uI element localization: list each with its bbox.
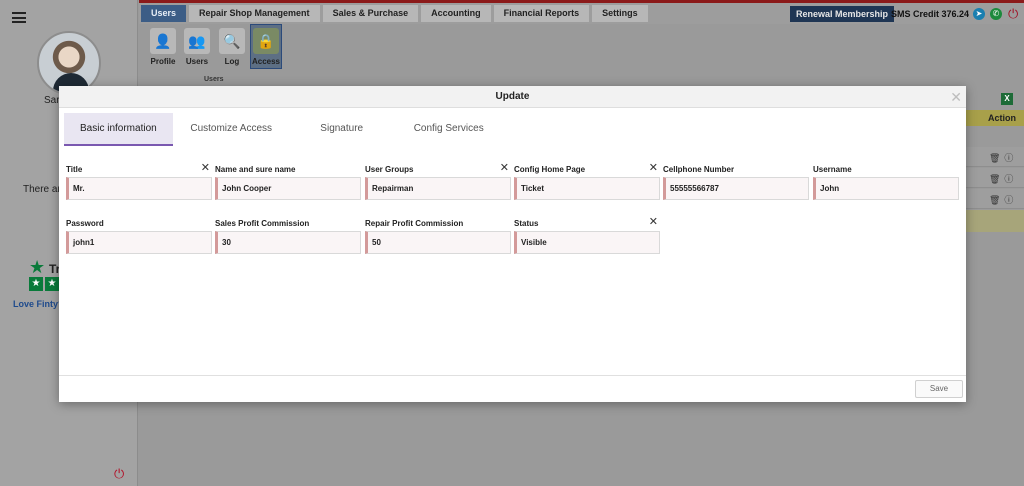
clear-title-icon[interactable]: ✕	[201, 163, 210, 174]
username-input[interactable]: John	[813, 177, 959, 200]
table-row-highlight	[966, 210, 1024, 232]
tab-basic-information[interactable]: Basic information	[64, 113, 173, 146]
main-tabs: Users Repair Shop Management Sales & Pur…	[141, 5, 648, 22]
users-ribbon: 👤 Profile 👥 Users 🔍 Log 🔒 Access Users	[139, 24, 287, 86]
title-label: Title	[66, 165, 83, 174]
repair-commission-input[interactable]: 50	[365, 231, 511, 254]
name-input[interactable]: John Cooper	[215, 177, 361, 200]
cellphone-label: Cellphone Number	[663, 165, 735, 174]
repair-commission-label: Repair Profit Commission	[365, 219, 464, 228]
user-groups-select[interactable]: Repairman	[365, 177, 511, 200]
username-label: Username	[813, 165, 852, 174]
notice-text: There ar	[23, 184, 61, 195]
access-button[interactable]: 🔒 Access	[250, 24, 282, 69]
profile-button[interactable]: 👤 Profile	[147, 28, 179, 66]
repair-commission-field: Repair Profit Commission 50	[365, 219, 511, 254]
logout-power-icon[interactable]: ⏻	[114, 466, 124, 482]
access-label: Access	[251, 57, 281, 66]
log-button[interactable]: 🔍 Log	[216, 28, 248, 66]
row-actions-icons[interactable]: 🗑ⓘ	[989, 151, 1017, 164]
trustpilot-star-icon: ★	[29, 257, 46, 277]
telegram-icon[interactable]: ➤	[973, 8, 985, 20]
clear-config-home-icon[interactable]: ✕	[649, 163, 658, 174]
lock-icon: 🔒	[253, 28, 279, 54]
hamburger-menu-icon[interactable]	[12, 12, 26, 23]
tab-financial-reports[interactable]: Financial Reports	[493, 5, 590, 22]
tab-accounting[interactable]: Accounting	[421, 5, 491, 22]
title-field: Title ✕ Mr.	[66, 163, 212, 200]
tab-customize-access[interactable]: Customize Access	[173, 113, 290, 146]
modal-footer: Save	[59, 375, 966, 402]
password-label: Password	[66, 219, 104, 228]
config-home-select[interactable]: Ticket	[514, 177, 660, 200]
clear-status-icon[interactable]: ✕	[649, 217, 658, 228]
users-icon: 👥	[184, 28, 210, 54]
trustpilot-rating[interactable]: ★ ★	[29, 277, 59, 291]
title-select[interactable]: Mr.	[66, 177, 212, 200]
row-actions-icons[interactable]: 🗑ⓘ	[989, 172, 1017, 185]
tab-signature[interactable]: Signature	[290, 113, 394, 146]
power-icon[interactable]: ⏻	[1008, 6, 1018, 22]
cellphone-field: Cellphone Number 55555566787	[663, 165, 809, 200]
password-input[interactable]: john1	[66, 231, 212, 254]
tab-settings[interactable]: Settings	[592, 5, 648, 22]
modal-header: Update ✕	[59, 86, 966, 108]
ribbon-group-label: Users	[204, 76, 224, 83]
table-row: 🗑ⓘ	[966, 168, 1024, 188]
tab-config-services[interactable]: Config Services	[394, 113, 504, 146]
config-home-label: Config Home Page	[514, 165, 586, 174]
cellphone-input[interactable]: 55555566787	[663, 177, 809, 200]
action-header: Action	[988, 113, 1016, 123]
username-field: Username John	[813, 165, 959, 200]
table-row: 🗑ⓘ	[966, 147, 1024, 167]
whatsapp-icon[interactable]: ✆	[990, 8, 1002, 20]
row-actions-icons[interactable]: 🗑ⓘ	[989, 193, 1017, 206]
sales-commission-input[interactable]: 30	[215, 231, 361, 254]
table-header: Action	[966, 110, 1024, 126]
clear-user-groups-icon[interactable]: ✕	[500, 163, 509, 174]
log-label: Log	[224, 57, 240, 66]
modal-title: Update	[495, 91, 530, 102]
user-groups-label: User Groups	[365, 165, 414, 174]
name-field: Name and sure name John Cooper	[215, 165, 361, 200]
status-field: Status ✕ Visible	[514, 217, 660, 254]
love-finty-link[interactable]: Love Finty?	[13, 299, 64, 309]
user-name: Sar	[44, 95, 60, 106]
name-label: Name and sure name	[215, 165, 296, 174]
sms-credit: SMS Credit 376.24	[891, 9, 970, 19]
sales-commission-label: Sales Profit Commission	[215, 219, 310, 228]
profile-label: Profile	[150, 57, 176, 66]
config-home-field: Config Home Page ✕ Ticket	[514, 163, 660, 200]
profile-icon: 👤	[150, 28, 176, 54]
users-label: Users	[185, 57, 209, 66]
sales-commission-field: Sales Profit Commission 30	[215, 219, 361, 254]
users-button[interactable]: 👥 Users	[181, 28, 213, 66]
password-field: Password john1	[66, 219, 212, 254]
status-select[interactable]: Visible	[514, 231, 660, 254]
close-icon[interactable]: ✕	[950, 86, 962, 108]
tab-users[interactable]: Users	[141, 5, 187, 22]
tab-repair-shop[interactable]: Repair Shop Management	[189, 5, 320, 22]
top-nav-bar: Users Repair Shop Management Sales & Pur…	[139, 0, 1024, 24]
table-row: 🗑ⓘ	[966, 189, 1024, 209]
excel-export-icon[interactable]: X	[1001, 93, 1013, 105]
renewal-membership-button[interactable]: Renewal Membership	[790, 6, 895, 22]
status-label: Status	[514, 219, 539, 228]
tab-sales-purchase[interactable]: Sales & Purchase	[322, 5, 419, 22]
modal-tabs: Basic information Customize Access Signa…	[64, 113, 504, 146]
save-button[interactable]: Save	[915, 380, 963, 398]
update-modal: Update ✕ Basic information Customize Acc…	[59, 86, 966, 402]
user-groups-field: User Groups ✕ Repairman	[365, 163, 511, 200]
magnifier-icon: 🔍	[219, 28, 245, 54]
